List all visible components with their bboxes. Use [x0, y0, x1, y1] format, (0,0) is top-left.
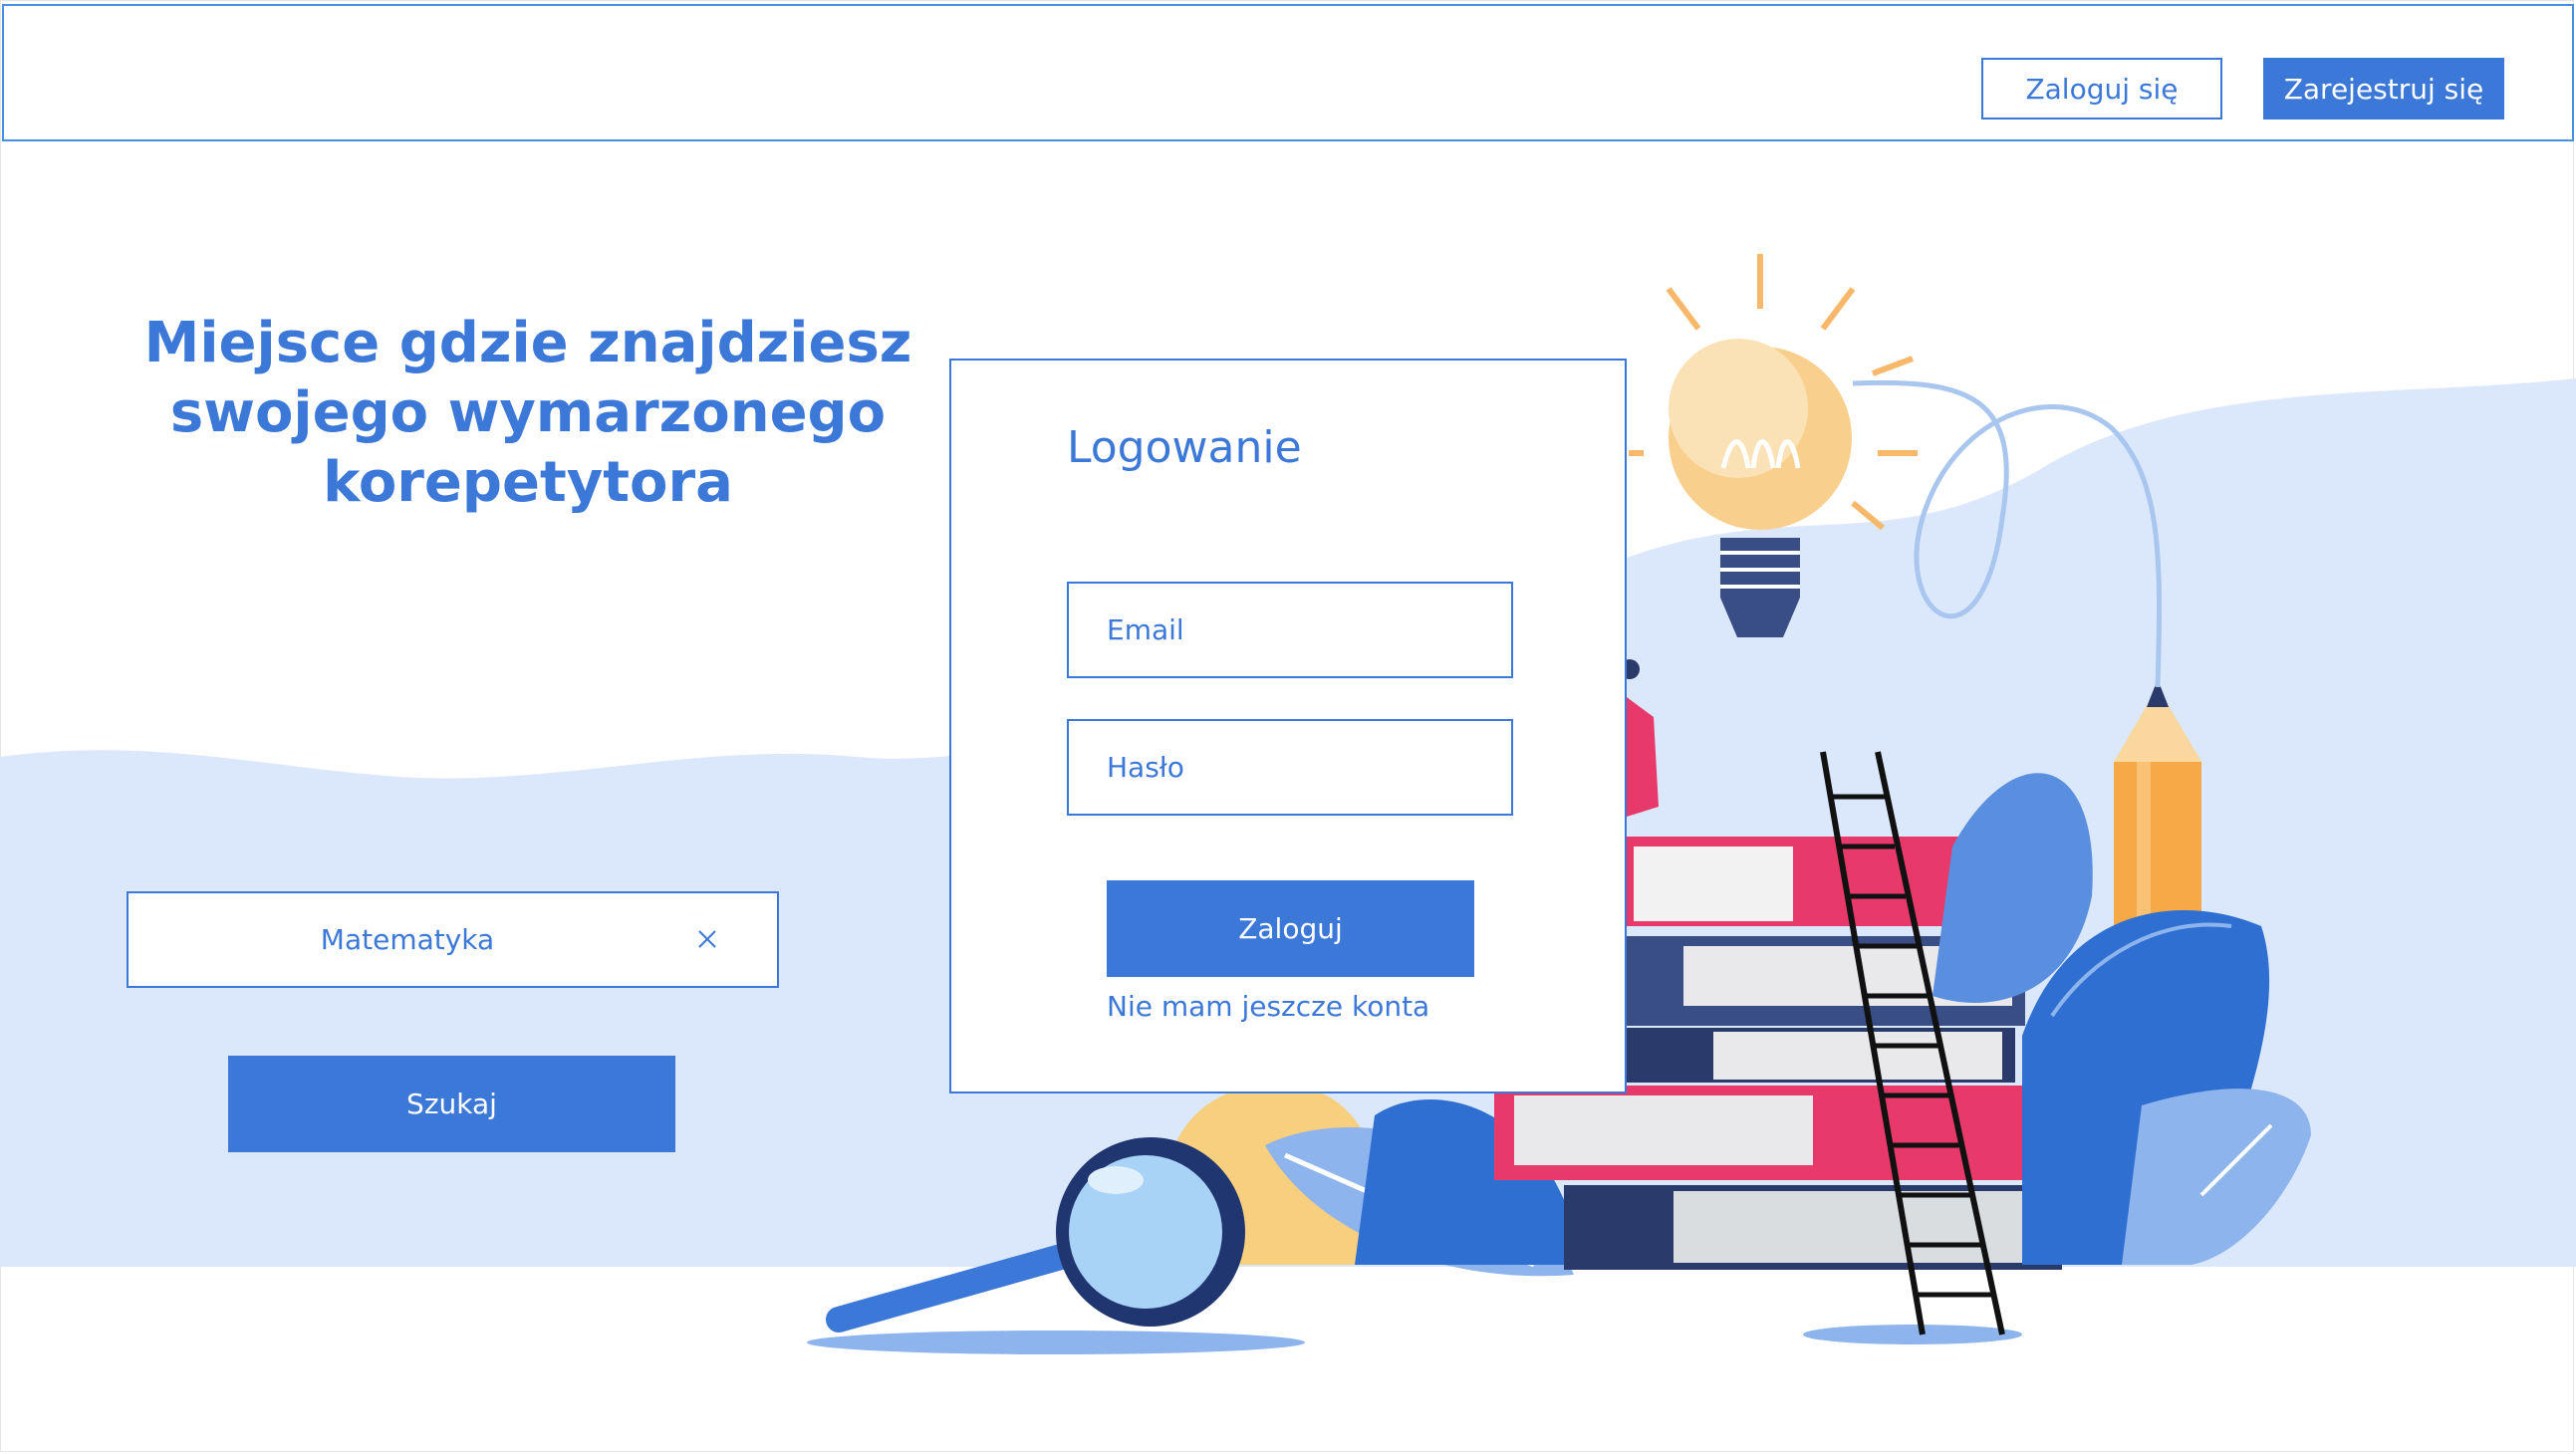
email-field[interactable] [1067, 582, 1513, 678]
login-nav-button[interactable]: Zaloguj się [1981, 58, 2222, 120]
login-submit-button[interactable]: Zaloguj [1107, 880, 1474, 977]
subject-search-input[interactable]: Matematyka [127, 891, 779, 988]
login-title: Logowanie [1067, 422, 1302, 473]
hero-headline: Miejsce gdzie znajdziesz swojego wymarzo… [129, 309, 926, 518]
no-account-link[interactable]: Nie mam jeszcze konta [1107, 990, 1429, 1023]
register-nav-button[interactable]: Zarejestruj się [2263, 58, 2504, 120]
search-value: Matematyka [320, 923, 495, 956]
hero-headline-line-2: swojego wymarzonego [169, 380, 887, 445]
hero-headline-line-3: korepetytora [323, 450, 733, 515]
login-card: Logowanie Zaloguj Nie mam jeszcze konta [949, 359, 1627, 1093]
hero-headline-line-1: Miejsce gdzie znajdziesz [143, 311, 912, 375]
password-field[interactable] [1067, 719, 1513, 816]
close-icon[interactable] [691, 923, 723, 955]
search-button[interactable]: Szukaj [228, 1056, 675, 1152]
